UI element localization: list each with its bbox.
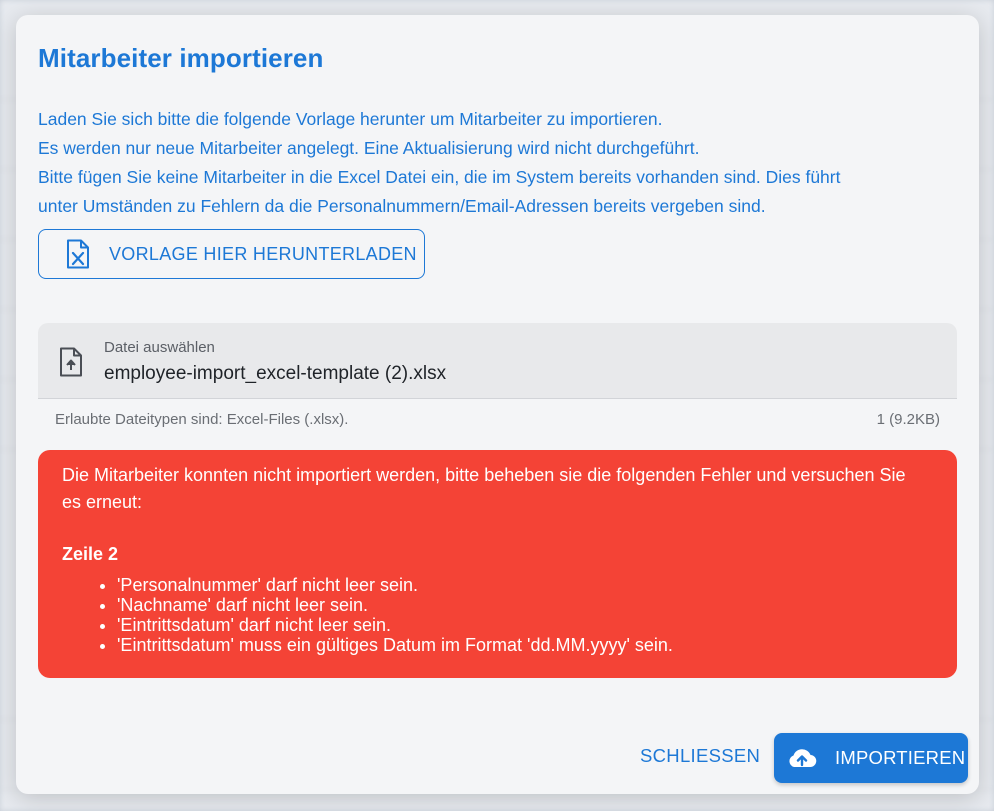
close-button[interactable]: SCHLIESSEN	[640, 745, 760, 767]
import-dialog: Mitarbeiter importieren Laden Sie sich b…	[16, 15, 979, 794]
file-field-label: Datei auswählen	[104, 339, 215, 356]
cloud-upload-icon	[789, 749, 817, 768]
file-count: 1 (9.2KB)	[876, 411, 940, 428]
import-button[interactable]: IMPORTIEREN	[774, 733, 968, 783]
download-template-button[interactable]: VORLAGE HIER HERUNTERLADEN	[38, 229, 425, 279]
intro-line: Es werden nur neue Mitarbeiter angelegt.…	[38, 138, 700, 158]
import-label: IMPORTIEREN	[835, 747, 966, 768]
intro-line: unter Umständen zu Fehlern da die Person…	[38, 196, 766, 216]
error-alert: Die Mitarbeiter konnten nicht importiert…	[38, 450, 957, 678]
download-template-label: VORLAGE HIER HERUNTERLADEN	[109, 243, 417, 264]
error-item: 'Nachname' darf nicht leer sein.	[117, 595, 933, 615]
error-list: 'Personalnummer' darf nicht leer sein. '…	[62, 575, 933, 655]
error-row-title: Zeile 2	[62, 544, 119, 564]
intro-line: Bitte fügen Sie keine Mitarbeiter in die…	[38, 167, 841, 187]
excel-file-icon	[67, 239, 89, 269]
error-item: 'Eintrittsdatum' darf nicht leer sein.	[117, 615, 933, 635]
file-type-hint: Erlaubte Dateitypen sind: Excel-Files (.…	[55, 411, 349, 428]
intro-text: Laden Sie sich bitte die folgende Vorlag…	[38, 105, 958, 221]
file-upload-icon	[60, 347, 82, 377]
error-item: 'Personalnummer' darf nicht leer sein.	[117, 575, 933, 595]
file-field-value: employee-import_excel-template (2).xlsx	[104, 363, 447, 384]
error-message: Die Mitarbeiter konnten nicht importiert…	[62, 465, 906, 512]
error-item: 'Eintrittsdatum' muss ein gültiges Datum…	[117, 635, 933, 655]
file-select-field[interactable]: Datei auswählen employee-import_excel-te…	[38, 323, 957, 399]
intro-line: Laden Sie sich bitte die folgende Vorlag…	[38, 109, 663, 129]
dialog-title: Mitarbeiter importieren	[38, 43, 324, 73]
